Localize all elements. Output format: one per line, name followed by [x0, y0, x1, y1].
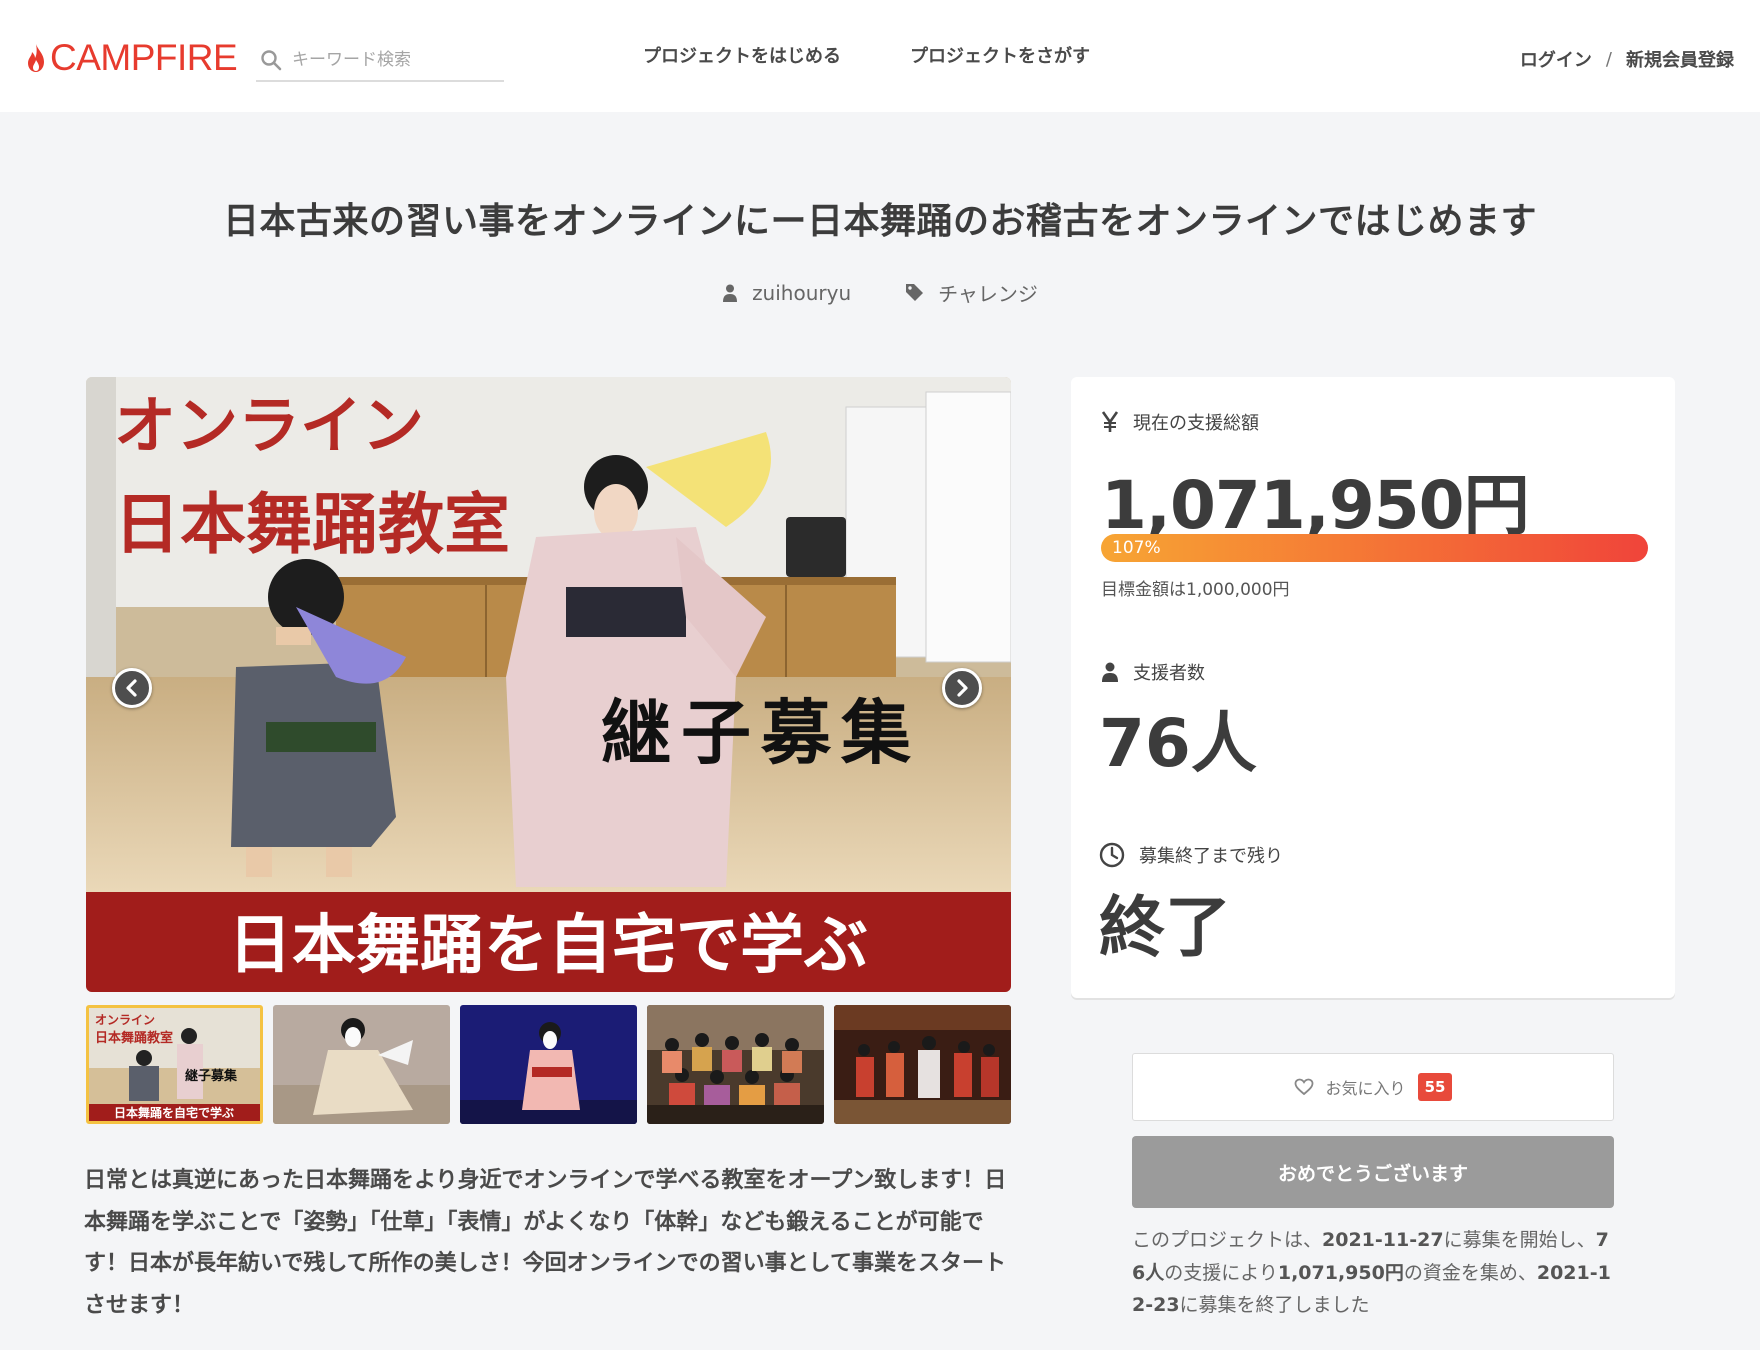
funding-progress-percent: 107%	[1112, 538, 1161, 558]
thumbnail-5[interactable]	[834, 1005, 1011, 1124]
summary-text: に募集を開始し、	[1443, 1229, 1596, 1251]
thumbnail-image: オンライン 日本舞踊教室 継子募集 日本舞踊を自宅で学ぶ	[89, 1008, 260, 1121]
logo-text: CAMPFIRE	[50, 37, 238, 78]
backers-label: 支援者数	[1133, 663, 1205, 684]
project-summary: このプロジェクトは、2021-11-27に募集を開始し、76人の支援により1,0…	[1132, 1224, 1614, 1322]
svg-text:日本舞踊教室: 日本舞踊教室	[95, 1030, 173, 1046]
funding-stats-card: 現在の支援総額 1,071,950円 107% 目標金額は1,000,000円 …	[1071, 377, 1675, 998]
remaining-status: 終了	[1099, 889, 1231, 966]
signup-link[interactable]: 新規会員登録	[1626, 46, 1734, 72]
amount-label-row: 現在の支援総額	[1101, 409, 1259, 435]
goal-amount: 目標金額は1,000,000円	[1101, 580, 1290, 600]
backers-count: 76人	[1099, 705, 1257, 782]
chevron-left-icon	[126, 679, 137, 697]
main-image-scene: オンライン 日本舞踊教室 継子募集 日本舞踊を自宅で学ぶ	[86, 377, 1011, 992]
summary-text: の資金を集め、	[1403, 1261, 1537, 1284]
remaining-label-row: 募集終了まで残り	[1099, 842, 1283, 868]
category-name: チャレンジ	[938, 282, 1038, 306]
svg-text:日本舞踊教室: 日本舞踊教室	[114, 485, 510, 563]
favorite-label: お気に入り	[1325, 1079, 1406, 1098]
backers-label-row: 支援者数	[1101, 659, 1205, 685]
thumbnail-1[interactable]: オンライン 日本舞踊教室 継子募集 日本舞踊を自宅で学ぶ	[86, 1005, 263, 1124]
login-link[interactable]: ログイン	[1520, 46, 1592, 72]
congrats-button[interactable]: おめでとうございます	[1132, 1136, 1614, 1208]
favorite-count-badge: 55	[1417, 1073, 1453, 1101]
svg-text:オンライン: オンライン	[95, 1013, 155, 1027]
thumbnail-image	[273, 1005, 450, 1124]
heart-icon	[1294, 1078, 1313, 1096]
tag-icon	[906, 284, 924, 301]
summary-amount: 1,071,950円	[1277, 1261, 1404, 1284]
flame-icon	[28, 44, 44, 72]
owner-link[interactable]: zuihouryu	[722, 281, 851, 305]
search-icon	[261, 50, 282, 71]
auth-separator: /	[1605, 48, 1612, 70]
thumbnail-image	[834, 1005, 1011, 1124]
remaining-label: 募集終了まで残り	[1139, 846, 1283, 867]
summary-text: に募集を終了しました	[1179, 1294, 1370, 1316]
auth-links: ログイン / 新規会員登録	[1520, 46, 1734, 72]
user-icon	[1102, 662, 1118, 682]
chevron-right-icon	[957, 679, 968, 697]
campfire-logo[interactable]: CAMPFIRE	[26, 37, 238, 78]
summary-start-date: 2021-11-27	[1322, 1229, 1444, 1251]
carousel-next-button[interactable]	[942, 668, 982, 708]
thumbnail-2[interactable]	[273, 1005, 450, 1124]
thumbnail-strip: オンライン 日本舞踊教室 継子募集 日本舞踊を自宅で学ぶ	[86, 1005, 1011, 1124]
project-description: 日常とは真逆にあった日本舞踊をより身近でオンラインで学べる教室をオープン致します…	[84, 1168, 1007, 1318]
search-box	[256, 40, 504, 82]
summary-text: このプロジェクトは、	[1132, 1229, 1323, 1251]
funding-progress-bar: 107%	[1101, 534, 1648, 562]
user-icon	[723, 284, 738, 302]
yen-icon	[1101, 411, 1119, 432]
thumbnail-3[interactable]	[460, 1005, 637, 1124]
carousel-prev-button[interactable]	[112, 668, 152, 708]
site-header: CAMPFIRE プロジェクトをはじめる プロジェクトをさがす ログイン / 新…	[0, 0, 1760, 112]
svg-text:日本舞踊を自宅で学ぶ: 日本舞踊を自宅で学ぶ	[114, 1105, 234, 1120]
search-input[interactable]	[292, 50, 492, 70]
summary-text: の支援により	[1164, 1261, 1278, 1284]
svg-text:日本舞踊を自宅で学ぶ: 日本舞踊を自宅で学ぶ	[228, 908, 868, 983]
thumbnail-image	[647, 1005, 824, 1124]
project-meta: zuihouryu チャレンジ	[0, 278, 1760, 307]
clock-icon	[1099, 842, 1125, 868]
amount-label: 現在の支援総額	[1133, 413, 1259, 434]
nav-find-project[interactable]: プロジェクトをさがす	[910, 44, 1090, 70]
category-link[interactable]: チャレンジ	[905, 278, 1038, 307]
svg-text:オンライン: オンライン	[114, 389, 424, 462]
thumbnail-4[interactable]	[647, 1005, 824, 1124]
project-main-image: オンライン 日本舞踊教室 継子募集 日本舞踊を自宅で学ぶ	[86, 377, 1011, 992]
owner-name: zuihouryu	[752, 280, 852, 305]
svg-text:継子募集: 継子募集	[601, 691, 921, 774]
svg-text:継子募集: 継子募集	[185, 1068, 238, 1084]
thumbnail-image	[460, 1005, 637, 1124]
nav-start-project[interactable]: プロジェクトをはじめる	[643, 44, 841, 70]
project-title: 日本古来の習い事をオンラインにー日本舞踊のお稽古をオンラインではじめます	[222, 201, 1537, 242]
favorite-button[interactable]: お気に入り 55	[1132, 1053, 1614, 1121]
